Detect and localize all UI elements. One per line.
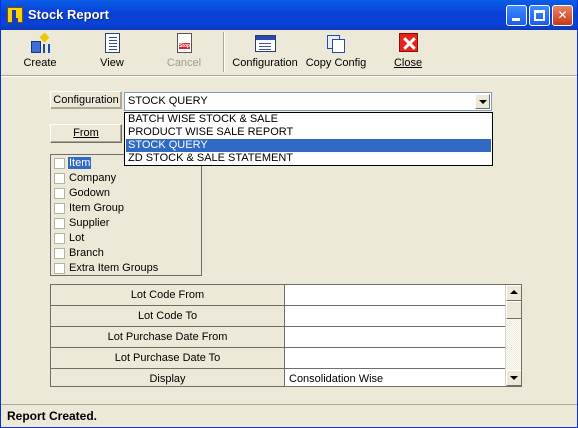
- parameter-value-cell[interactable]: [286, 348, 505, 368]
- filter-item-lot[interactable]: Lot: [52, 231, 202, 246]
- minimize-icon: [512, 18, 520, 21]
- dropdown-option[interactable]: ZD STOCK & SALE STATEMENT: [126, 152, 491, 165]
- parameter-value-cell[interactable]: Consolidation Wise: [286, 369, 505, 386]
- parameters-grid: Lot Code From Lot Code To Lot Purchase D…: [50, 284, 522, 387]
- table-row: Lot Code From: [51, 285, 505, 306]
- filter-item-branch[interactable]: Branch: [52, 246, 202, 261]
- maximize-icon: [534, 10, 545, 21]
- stop-icon: Stop: [173, 33, 195, 55]
- configuration-field-label: Configuration: [50, 91, 122, 109]
- parameter-value-cell[interactable]: [286, 285, 505, 305]
- view-button[interactable]: View: [89, 33, 135, 73]
- parameter-name: Display: [51, 369, 285, 386]
- checkbox[interactable]: [54, 158, 65, 169]
- parameter-name: Lot Code To: [51, 306, 285, 326]
- configuration-combobox[interactable]: STOCK QUERY: [124, 92, 492, 111]
- checkbox[interactable]: [54, 233, 65, 244]
- checkbox[interactable]: [54, 188, 65, 199]
- status-text: Report Created.: [7, 409, 98, 423]
- window-title: Stock Report: [28, 7, 109, 22]
- stock-report-window: Stock Report ✕ Create View Stop Cancel C…: [0, 0, 578, 428]
- dropdown-option-selected[interactable]: STOCK QUERY: [126, 139, 491, 152]
- checkbox[interactable]: [54, 248, 65, 259]
- cancel-label: Cancel: [166, 57, 202, 69]
- window-close-button[interactable]: ✕: [552, 5, 573, 26]
- view-report-icon: [101, 33, 123, 55]
- create-button[interactable]: Create: [17, 32, 63, 73]
- chevron-down-icon[interactable]: [475, 94, 490, 109]
- configuration-label: Configuration: [232, 57, 298, 69]
- parameter-value-cell[interactable]: [286, 327, 505, 347]
- close-icon: [397, 33, 419, 55]
- configuration-dropdown-list: BATCH WISE STOCK & SALE PRODUCT WISE SAL…: [124, 112, 493, 166]
- copy-config-icon: [325, 33, 347, 55]
- parameter-name: Lot Code From: [51, 285, 285, 305]
- copy-config-button[interactable]: Copy Config: [304, 33, 368, 73]
- from-label: From: [73, 127, 99, 139]
- checkbox[interactable]: [54, 203, 65, 214]
- dropdown-option[interactable]: PRODUCT WISE SALE REPORT: [126, 126, 491, 139]
- checkbox[interactable]: [54, 263, 65, 274]
- create-label: Create: [23, 57, 57, 69]
- configuration-selected-value: STOCK QUERY: [128, 95, 208, 107]
- maximize-button[interactable]: [529, 5, 550, 26]
- from-button[interactable]: From: [50, 124, 122, 143]
- toolbar-divider: [1, 75, 577, 77]
- grid-scrollbar[interactable]: [505, 285, 521, 386]
- status-bar: Report Created.: [1, 404, 577, 427]
- parameter-name: Lot Purchase Date To: [51, 348, 285, 368]
- close-label: Close: [393, 57, 423, 69]
- filter-item-company[interactable]: Company: [52, 171, 202, 186]
- configuration-button[interactable]: Configuration: [230, 33, 300, 73]
- checkbox[interactable]: [54, 173, 65, 184]
- minimize-button[interactable]: [506, 5, 527, 26]
- cancel-button[interactable]: Stop Cancel: [159, 33, 209, 73]
- parameter-name: Lot Purchase Date From: [51, 327, 285, 347]
- create-icon: [29, 32, 51, 55]
- table-row: Lot Purchase Date To: [51, 348, 505, 369]
- copy-config-label: Copy Config: [305, 57, 367, 69]
- filter-checklist: Item Company Godown Item Group Supplier …: [50, 154, 202, 276]
- scroll-up-icon[interactable]: [506, 285, 521, 301]
- checkbox[interactable]: [54, 218, 65, 229]
- table-row: Lot Purchase Date From: [51, 327, 505, 348]
- title-bar[interactable]: Stock Report ✕: [1, 0, 577, 30]
- toolbar: Create View Stop Cancel Configuration Co: [1, 30, 577, 74]
- close-button[interactable]: Close: [386, 33, 430, 73]
- filter-item-extra-item-groups[interactable]: Extra Item Groups: [52, 261, 202, 276]
- configuration-icon: [254, 33, 276, 55]
- parameter-value-cell[interactable]: [286, 306, 505, 326]
- table-row: Display Consolidation Wise: [51, 369, 505, 386]
- app-logo-icon: [7, 7, 23, 23]
- scroll-track[interactable]: [506, 319, 521, 370]
- scroll-thumb[interactable]: [506, 301, 521, 319]
- filter-item-supplier[interactable]: Supplier: [52, 216, 202, 231]
- view-label: View: [100, 57, 124, 69]
- table-row: Lot Code To: [51, 306, 505, 327]
- toolbar-separator: [223, 32, 225, 72]
- filter-item-item-group[interactable]: Item Group: [52, 201, 202, 216]
- scroll-down-icon[interactable]: [506, 370, 521, 386]
- filter-item-godown[interactable]: Godown: [52, 186, 202, 201]
- dropdown-option[interactable]: BATCH WISE STOCK & SALE: [126, 113, 491, 126]
